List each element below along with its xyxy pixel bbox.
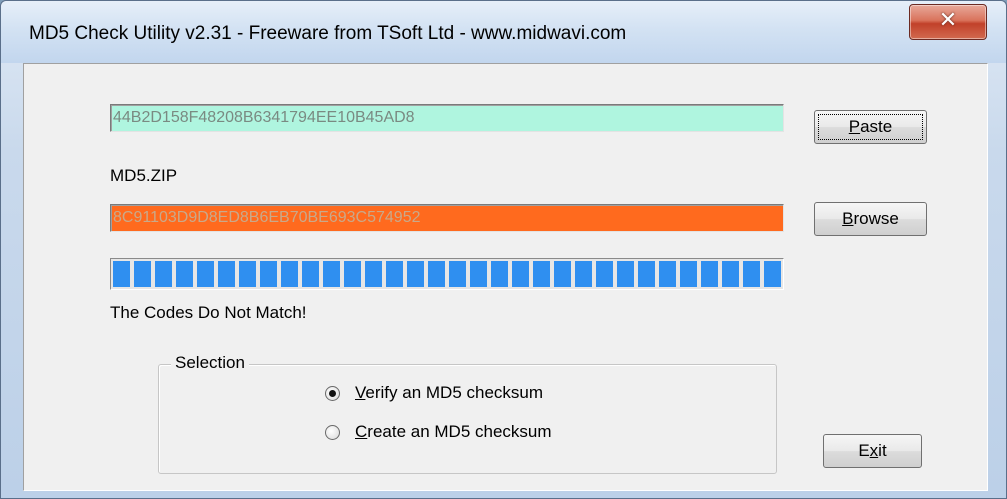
paste-label: aste: [860, 117, 893, 136]
progress-bar: [110, 258, 784, 290]
file-name-label: MD5.ZIP: [110, 166, 178, 185]
create-label-text: reate an MD5 checksum: [367, 422, 552, 441]
paste-mnemonic: P: [848, 117, 861, 136]
browse-button[interactable]: Browse: [814, 202, 927, 236]
verify-mnemonic: V: [355, 383, 366, 402]
title-bar[interactable]: MD5 Check Utility v2.31 - Freeware from …: [1, 1, 1006, 63]
selection-groupbox: Selection Verify an MD5 checksum Create …: [158, 353, 777, 474]
exit-mnemonic: x: [869, 441, 879, 460]
close-button[interactable]: ✕: [909, 4, 987, 40]
create-radio[interactable]: [325, 425, 340, 440]
app-window: MD5 Check Utility v2.31 - Freeware from …: [0, 0, 1007, 499]
progress-bar-fill: [113, 261, 781, 287]
exit-label: it: [878, 441, 887, 460]
paste-button[interactable]: Paste: [814, 110, 927, 144]
browse-label: rowse: [853, 209, 899, 228]
window-title: MD5 Check Utility v2.31 - Freeware from …: [29, 23, 627, 44]
exit-pre: E: [858, 441, 870, 460]
create-mnemonic: C: [355, 422, 368, 441]
close-icon: ✕: [938, 8, 958, 33]
create-label[interactable]: Create an MD5 checksum: [355, 422, 552, 442]
status-message: The Codes Do Not Match!: [110, 303, 307, 322]
dialog-client-area: 44B2D158F48208B6341794EE10B45AD8 Paste M…: [23, 63, 988, 491]
browse-mnemonic: B: [842, 209, 854, 228]
expected-checksum-field[interactable]: 44B2D158F48208B6341794EE10B45AD8: [110, 104, 784, 132]
verify-radio[interactable]: [325, 386, 340, 401]
verify-label-text: erify an MD5 checksum: [365, 383, 544, 402]
verify-label[interactable]: Verify an MD5 checksum: [355, 383, 543, 403]
selection-title: Selection: [171, 353, 249, 373]
computed-checksum-field[interactable]: 8C91103D9D8ED8B6EB70BE693C574952: [110, 204, 784, 232]
exit-button[interactable]: Exit: [823, 434, 922, 468]
